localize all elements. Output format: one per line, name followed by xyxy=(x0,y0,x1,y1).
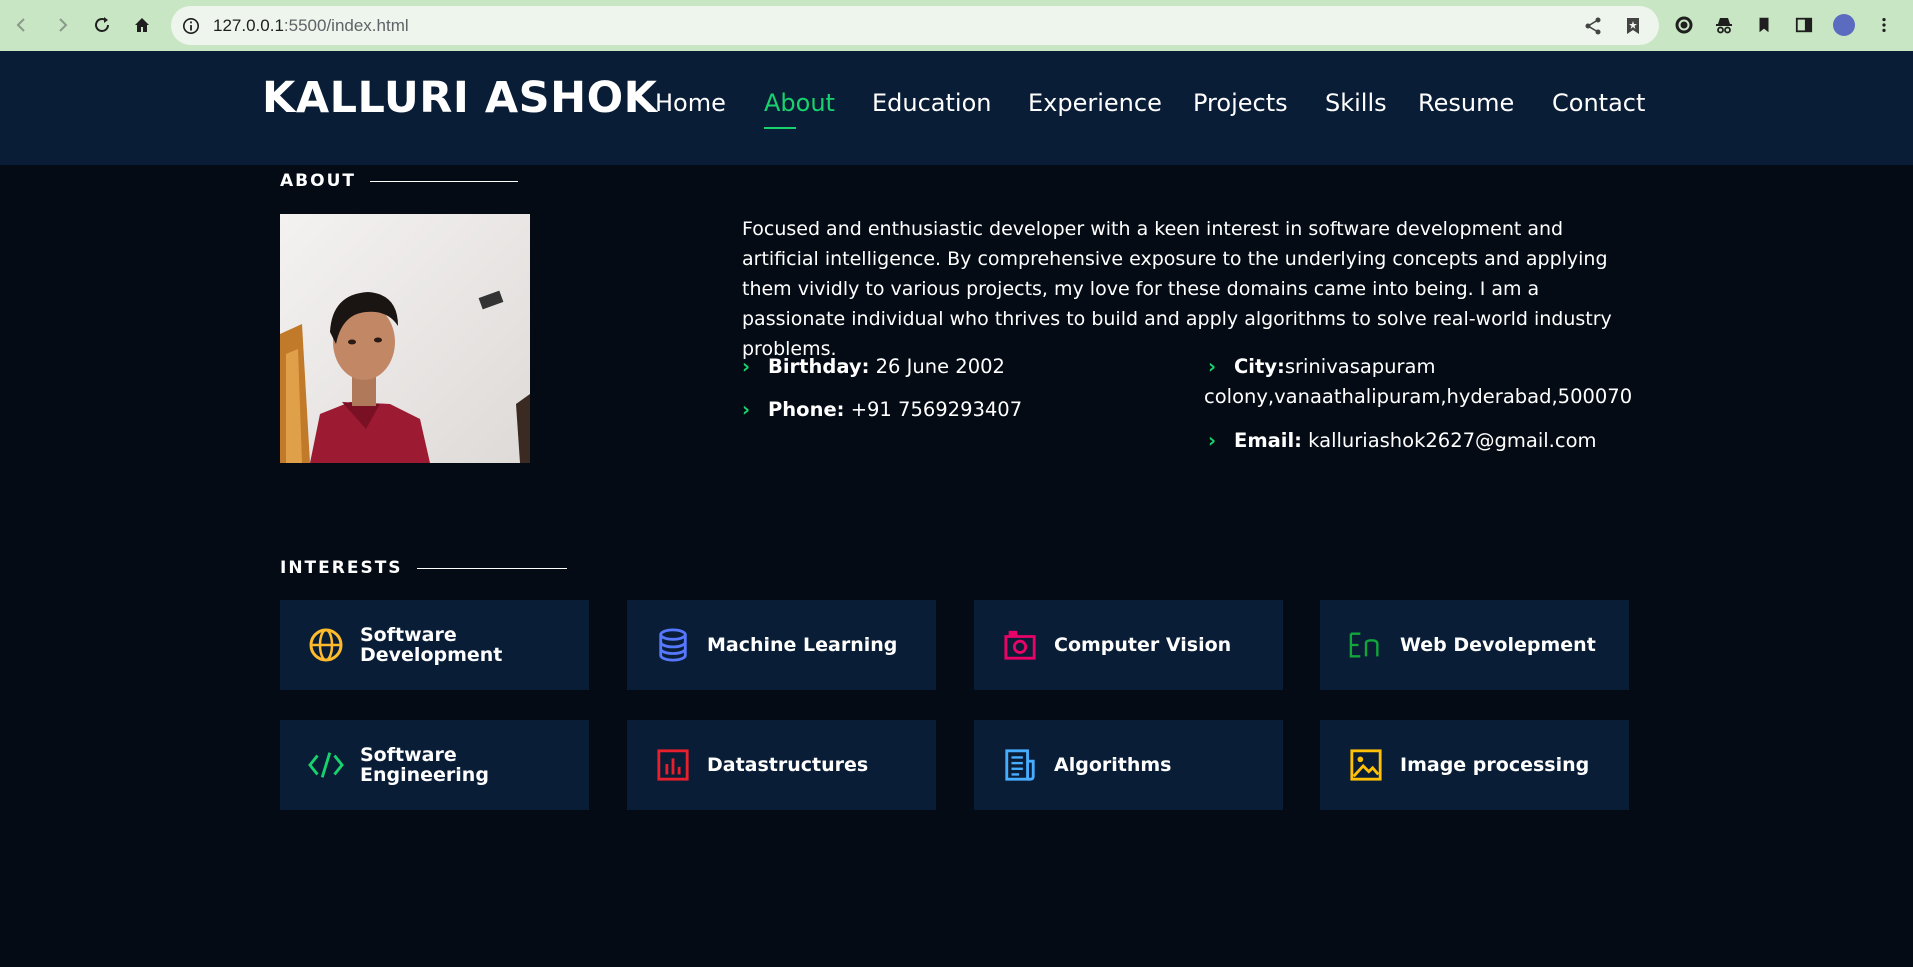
extension-shield-icon[interactable] xyxy=(1672,13,1696,37)
interest-label: Algorithms xyxy=(1054,754,1172,776)
interest-card[interactable]: Machine Learning xyxy=(627,600,936,690)
interest-label: Software Development xyxy=(360,624,503,666)
city-info: › City:srinivasapuram colony,vanaathalipu… xyxy=(1204,352,1632,412)
address-bar[interactable]: 127.0.0.1:5500/index.html xyxy=(171,6,1659,45)
nav-about[interactable]: About xyxy=(764,89,835,129)
interest-label: Datastructures xyxy=(707,754,869,776)
site-header: KALLURI ASHOK Home About Education Exper… xyxy=(0,51,1913,165)
interest-label: Computer Vision xyxy=(1054,634,1232,656)
site-info-icon[interactable] xyxy=(180,15,202,37)
nav-skills[interactable]: Skills xyxy=(1325,89,1387,117)
language-icon xyxy=(1346,625,1386,665)
title-underline xyxy=(416,567,567,569)
interest-card[interactable]: Image processing xyxy=(1320,720,1629,810)
browser-toolbar: 127.0.0.1:5500/index.html xyxy=(0,0,1913,51)
title-underline xyxy=(369,180,518,182)
database-icon xyxy=(653,625,693,665)
about-section-title: ABOUT xyxy=(280,171,518,191)
nav-contact[interactable]: Contact xyxy=(1552,89,1645,117)
nav-projects[interactable]: Projects xyxy=(1193,89,1288,117)
phone-info: › Phone: +91 7569293407 xyxy=(742,395,1022,425)
interests-heading: INTERESTS xyxy=(280,558,403,578)
site-logo[interactable]: KALLURI ASHOK xyxy=(262,73,657,123)
bookmark-star-icon[interactable] xyxy=(1621,14,1645,38)
document-icon xyxy=(1000,745,1040,785)
interest-label: Machine Learning xyxy=(707,634,898,656)
forward-icon[interactable] xyxy=(42,5,82,45)
chevron-right-icon: › xyxy=(742,398,751,421)
url-text[interactable]: 127.0.0.1:5500/index.html xyxy=(213,16,409,36)
image-icon xyxy=(1346,745,1386,785)
bar-chart-icon xyxy=(653,745,693,785)
interest-card[interactable]: Software Development xyxy=(280,600,589,690)
nav-resume[interactable]: Resume xyxy=(1418,89,1514,117)
interest-label: Web Devolepment xyxy=(1400,634,1596,656)
bookmarks-icon[interactable] xyxy=(1752,13,1776,37)
menu-kebab-icon[interactable] xyxy=(1872,13,1896,37)
side-panel-icon[interactable] xyxy=(1792,13,1816,37)
back-icon[interactable] xyxy=(2,5,42,45)
nav-experience[interactable]: Experience xyxy=(1028,89,1162,117)
nav-home[interactable]: Home xyxy=(655,89,726,117)
interest-card[interactable]: Computer Vision xyxy=(974,600,1283,690)
interest-card[interactable]: Algorithms xyxy=(974,720,1283,810)
share-icon[interactable] xyxy=(1581,14,1605,38)
home-icon[interactable] xyxy=(122,5,162,45)
chevron-right-icon: › xyxy=(1208,429,1217,452)
globe-icon xyxy=(306,625,346,665)
chevron-right-icon: › xyxy=(1208,355,1217,378)
about-heading: ABOUT xyxy=(280,171,356,191)
profile-photo xyxy=(280,214,530,463)
nav-education[interactable]: Education xyxy=(872,89,991,117)
profile-avatar[interactable] xyxy=(1832,13,1856,37)
incognito-icon[interactable] xyxy=(1712,13,1736,37)
email-info: › Email: kalluriashok2627@gmail.com xyxy=(1208,426,1597,456)
reload-icon[interactable] xyxy=(82,5,122,45)
code-icon xyxy=(306,745,346,785)
interest-card[interactable]: Web Devolepment xyxy=(1320,600,1629,690)
camera-icon xyxy=(1000,625,1040,665)
interest-card[interactable]: Software Engineering xyxy=(280,720,589,810)
chevron-right-icon: › xyxy=(742,355,751,378)
about-description: Focused and enthusiastic developer with … xyxy=(742,218,1612,360)
interest-card[interactable]: Datastructures xyxy=(627,720,936,810)
interest-label: Image processing xyxy=(1400,754,1590,776)
interest-label: Software Engineering xyxy=(360,744,489,786)
interests-section-title: INTERESTS xyxy=(280,558,567,578)
birthday-info: › Birthday: 26 June 2002 xyxy=(742,352,1005,382)
